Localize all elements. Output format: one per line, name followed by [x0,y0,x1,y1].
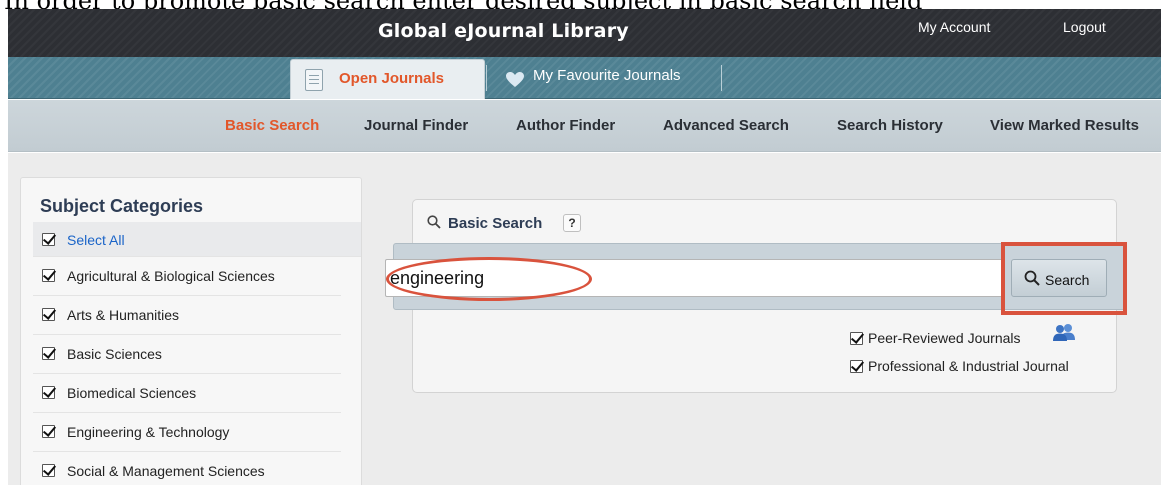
tab-divider [721,65,722,91]
nav-basic-search[interactable]: Basic Search [225,117,319,134]
journal-tab-strip: Open Journals My Favourite Journals [8,57,1161,99]
nav-advanced-search[interactable]: Advanced Search [663,117,789,134]
document-icon [305,69,323,91]
search-icon [1024,270,1040,286]
category-label: Basic Sciences [67,346,162,362]
category-item[interactable]: Basic Sciences [33,335,341,374]
search-input[interactable] [385,259,1005,297]
checkbox-checked[interactable] [42,347,55,360]
category-list: Select All Agricultural & Biological Sci… [21,222,361,485]
tab-my-favourite-journals-label: My Favourite Journals [533,67,681,84]
checkbox-checked[interactable] [42,464,55,477]
nav-author-finder[interactable]: Author Finder [516,117,615,134]
my-account-link[interactable]: My Account [918,19,990,35]
checkbox-checked[interactable] [850,332,863,345]
category-label: Engineering & Technology [67,424,230,440]
nav-view-marked-results[interactable]: View Marked Results [990,117,1139,134]
sidebar-title: Subject Categories [40,196,204,216]
checkbox-checked[interactable] [42,233,55,246]
people-icon [1053,324,1075,341]
search-button-label: Search [1045,272,1090,288]
category-item[interactable]: Social & Management Sciences [33,452,341,485]
category-item[interactable]: Agricultural & Biological Sciences [33,257,341,296]
help-button[interactable]: ? [563,214,581,232]
nav-journal-finder[interactable]: Journal Finder [364,117,468,134]
checkbox-checked[interactable] [42,308,55,321]
category-label: Arts & Humanities [67,307,180,323]
category-item-select-all[interactable]: Select All [33,222,361,257]
category-item[interactable]: Biomedical Sciences [33,374,341,413]
search-button[interactable]: Search [1011,259,1107,297]
category-item[interactable]: Arts & Humanities [33,296,341,335]
tab-open-journals[interactable]: Open Journals [290,59,485,99]
category-item[interactable]: Engineering & Technology [33,413,341,452]
top-header-bar: Global eJournal Library My Account Logou… [8,9,1161,57]
category-label: Biomedical Sciences [67,385,197,401]
basic-search-heading: Basic Search [427,215,542,232]
search-icon [427,215,441,229]
brand-title: Global eJournal Library [378,20,629,42]
heart-icon [506,72,524,87]
subject-categories-sidebar: Subject Categories Select All Agricultur… [20,177,362,485]
option-label: Professional & Industrial Journal [868,358,1069,374]
logout-link[interactable]: Logout [1063,19,1106,35]
checkbox-checked[interactable] [42,386,55,399]
basic-search-title: Basic Search [448,215,543,232]
category-label: Social & Management Sciences [67,463,265,479]
option-label: Peer-Reviewed Journals [868,330,1021,346]
tab-open-journals-label: Open Journals [339,70,445,87]
category-label: Agricultural & Biological Sciences [67,268,275,284]
search-subnav: Basic Search Journal Finder Author Finde… [8,100,1161,152]
checkbox-checked[interactable] [42,425,55,438]
nav-search-history[interactable]: Search History [837,117,943,134]
tab-divider [486,65,487,91]
category-label: Select All [67,232,125,248]
checkbox-checked[interactable] [42,269,55,282]
checkbox-checked[interactable] [850,360,863,373]
